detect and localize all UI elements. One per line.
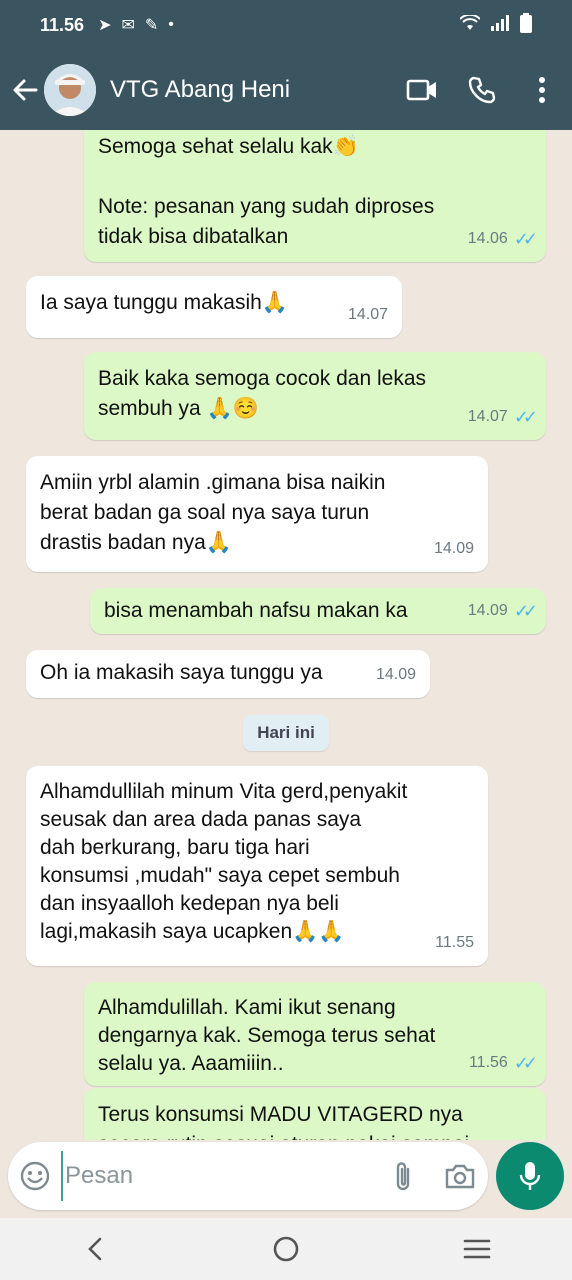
message-bubble[interactable]: Amiin yrbl alamin .gimana bisa naikin be… [26,456,488,572]
video-camera-icon [406,79,436,101]
message-text: Alhamdulillah. Kami ikut senang dengarny… [98,996,436,1075]
gmail-icon: ✉ [121,17,135,34]
back-arrow-icon [13,79,38,101]
message-time: 14.09 [375,666,416,683]
read-ticks-icon: ✓✓ [513,1053,538,1073]
message-bubble[interactable]: bisa menambah nafsu makan ka 14.09 ✓✓ [90,588,546,634]
phone-icon [468,76,496,104]
battery-icon [520,12,532,38]
voice-record-button[interactable] [496,1142,564,1210]
voice-call-button[interactable] [452,50,512,130]
message-bubble[interactable]: Baik kaka semoga cocok dan lekas sembuh … [84,352,546,440]
date-separator: Hari ini [243,715,329,751]
nav-home-button[interactable] [246,1219,326,1279]
message-bubble[interactable]: Alhamdulillah. Kami ikut senang dengarny… [84,982,546,1086]
attach-button[interactable] [375,1142,431,1210]
back-button[interactable] [2,50,48,130]
message-time: 11.55 [435,934,474,951]
paperclip-icon [397,1162,410,1191]
contact-name[interactable]: VTG Abang Heni [110,76,392,104]
emoji-icon [20,1161,49,1191]
microphone-icon [519,1162,541,1190]
emoji-button[interactable] [8,1142,61,1210]
chevron-left-icon [88,1237,102,1261]
status-time: 11.56 [40,14,85,35]
message-bubble[interactable]: Oh ia makasih saya tunggu ya 14.09 [26,650,430,698]
signal-icon [490,14,510,36]
camera-button[interactable] [432,1142,488,1210]
more-vert-icon [539,77,545,103]
chat-header: VTG Abang Heni [0,50,572,130]
message-text: Alhamdullilah minum Vita gerd,penyakit s… [40,780,408,943]
chat-area[interactable]: Semoga sehat selalu kak👏 Note: pesanan y… [0,130,572,1140]
telegram-icon: ➤ [98,17,112,34]
camera-icon [445,1164,474,1189]
home-circle-icon [273,1236,299,1262]
composer-bar [0,1140,572,1218]
message-time: 14.09 [433,540,474,557]
message-time: 14.09 [467,602,508,619]
message-text: Terus konsumsi MADU VITAGERD nya secara … [98,1103,469,1140]
message-bubble[interactable]: Terus konsumsi MADU VITAGERD nya secara … [84,1088,546,1140]
notification-dot-icon: • [168,16,174,33]
nav-back-button[interactable] [55,1219,135,1279]
message-text: Ia saya tunggu makasih🙏 [40,291,288,314]
feather-icon: ✎ [144,17,159,34]
message-text: Amiin yrbl alamin .gimana bisa naikin be… [40,471,386,554]
message-time: 11.56 [468,1054,508,1071]
nav-recents-button[interactable] [437,1219,517,1279]
wifi-icon [459,13,481,36]
message-input[interactable] [61,1151,376,1201]
message-bubble[interactable]: Ia saya tunggu makasih🙏 14.07 [26,276,402,338]
video-call-button[interactable] [392,50,452,130]
message-time: 14.06 [467,230,508,247]
read-ticks-icon: ✓✓ [513,601,538,621]
composer-pill [8,1142,488,1210]
system-nav-bar [0,1218,572,1280]
read-ticks-icon: ✓✓ [513,229,538,249]
recents-icon [463,1239,490,1259]
more-options-button[interactable] [512,50,572,130]
message-time: 14.07 [347,306,388,323]
message-bubble[interactable]: Semoga sehat selalu kak👏 Note: pesanan y… [84,130,546,262]
read-ticks-icon: ✓✓ [513,407,538,427]
message-time: 14.07 [467,408,508,425]
avatar[interactable] [44,64,96,116]
message-text: Oh ia makasih saya tunggu ya [40,661,323,684]
message-bubble[interactable]: Alhamdullilah minum Vita gerd,penyakit s… [26,766,488,966]
status-bar: 11.56 ➤ ✉ ✎ • [0,0,572,50]
